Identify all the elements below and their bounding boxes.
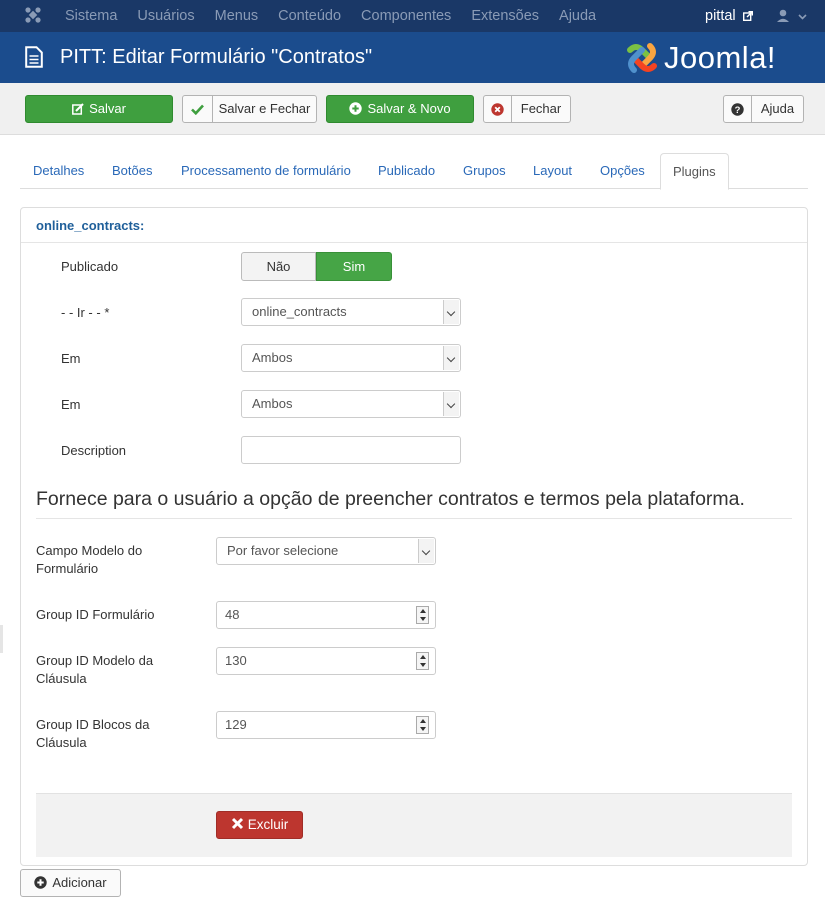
tab-detalhes[interactable]: Detalhes xyxy=(33,153,84,189)
save-button[interactable]: Salvar xyxy=(25,95,173,123)
question-circle-icon: ? xyxy=(731,102,744,116)
help-button[interactable]: ? Ajuda xyxy=(723,95,804,123)
left-edge-marker xyxy=(0,625,3,653)
tab-grupos[interactable]: Grupos xyxy=(463,153,506,189)
chevron-down-icon xyxy=(443,346,459,370)
menu-conteudo[interactable]: Conteúdo xyxy=(278,0,341,32)
em-select-1[interactable]: Ambos xyxy=(241,344,461,372)
tab-plugins[interactable]: Plugins xyxy=(660,153,729,190)
toolbar: Salvar Salvar e Fechar Salvar & Novo Fec… xyxy=(0,83,825,135)
menu-ajuda[interactable]: Ajuda xyxy=(559,0,596,32)
go-label: - - Ir - - * xyxy=(61,305,110,320)
tab-publicado[interactable]: Publicado xyxy=(378,153,435,189)
add-plugin-label: Adicionar xyxy=(52,875,107,890)
spinner-arrows-icon[interactable] xyxy=(416,606,429,624)
save-close-button[interactable]: Salvar e Fechar xyxy=(182,95,317,123)
description-input[interactable] xyxy=(241,436,461,464)
help-icon-box: ? xyxy=(724,96,752,122)
tab-botoes[interactable]: Botões xyxy=(112,153,152,189)
em-select-2[interactable]: Ambos xyxy=(241,390,461,418)
joomla-wordmark: Joomla! xyxy=(664,40,777,75)
admin-menu: Sistema Usuários Menus Conteúdo Componen… xyxy=(65,0,616,32)
svg-text:?: ? xyxy=(735,105,741,116)
plugin-actions: Excluir xyxy=(36,793,792,857)
plugin-panel-title: online_contracts: xyxy=(21,208,807,243)
save-close-label: Salvar e Fechar xyxy=(218,101,311,116)
save-new-label: Salvar & Novo xyxy=(367,101,451,116)
plus-circle-icon xyxy=(34,876,48,889)
published-no-button[interactable]: Não xyxy=(241,252,316,281)
admin-menubar: Sistema Usuários Menus Conteúdo Componen… xyxy=(0,0,825,32)
description-label: Description xyxy=(61,443,127,458)
plus-circle-icon xyxy=(349,102,363,115)
close-button[interactable]: Fechar xyxy=(483,95,571,123)
page-header: PITT: Editar Formulário "Contratos" Joom… xyxy=(0,32,825,83)
group-form-label: Group ID Formulário xyxy=(36,607,155,622)
campo-modelo-value: Por favor selecione xyxy=(227,543,339,558)
external-link-icon xyxy=(742,11,753,21)
help-label: Ajuda xyxy=(760,101,795,116)
menu-componentes[interactable]: Componentes xyxy=(361,0,451,32)
em-label-1: Em xyxy=(61,351,81,366)
plugin-panel: online_contracts: Publicado Não Sim - - … xyxy=(20,207,808,866)
joomla-logo: Joomla! xyxy=(622,37,807,79)
check-icon xyxy=(191,104,204,115)
plugin-description: Fornece para o usuário a opção de preenc… xyxy=(36,488,745,510)
group-form-input[interactable]: 48 xyxy=(216,601,436,629)
group-clause-blocks-value: 129 xyxy=(225,717,247,732)
menu-menus[interactable]: Menus xyxy=(215,0,259,32)
site-name: pittal xyxy=(705,8,736,24)
chevron-down-icon xyxy=(443,300,459,324)
menu-extensoes[interactable]: Extensões xyxy=(471,0,539,32)
published-toggle: Não Sim xyxy=(241,252,392,281)
group-clause-model-value: 130 xyxy=(225,653,247,668)
form-tabs: Detalhes Botões Processamento de formulá… xyxy=(20,153,808,190)
group-clause-blocks-input[interactable]: 129 xyxy=(216,711,436,739)
em-label-2: Em xyxy=(61,397,81,412)
tab-layout[interactable]: Layout xyxy=(533,153,572,189)
published-yes-button[interactable]: Sim xyxy=(316,252,392,281)
delete-button[interactable]: Excluir xyxy=(216,811,303,839)
close-icon-box xyxy=(484,96,512,122)
chevron-down-icon xyxy=(443,392,459,416)
group-clause-model-label: Group ID Modelo da Cláusula xyxy=(36,653,154,686)
save-close-icon-box xyxy=(183,96,213,122)
close-icon xyxy=(231,817,243,830)
site-link[interactable]: pittal xyxy=(705,0,753,32)
published-label: Publicado xyxy=(61,259,119,274)
close-label: Fechar xyxy=(520,101,562,116)
chevron-down-icon xyxy=(418,539,434,563)
joomla-logo-icon xyxy=(627,43,657,73)
go-select[interactable]: online_contracts xyxy=(241,298,461,326)
page-title: PITT: Editar Formulário "Contratos" xyxy=(60,46,373,68)
group-form-value: 48 xyxy=(225,607,240,622)
add-plugin-button[interactable]: Adicionar xyxy=(20,869,121,897)
user-menu-icon[interactable] xyxy=(776,9,810,23)
em-select-2-value: Ambos xyxy=(252,396,293,411)
divider xyxy=(36,518,792,519)
group-clause-blocks-label: Group ID Blocos da Cláusula xyxy=(36,717,150,750)
menu-usuarios[interactable]: Usuários xyxy=(137,0,194,32)
group-clause-model-input[interactable]: 130 xyxy=(216,647,436,675)
tab-opcoes[interactable]: Opções xyxy=(600,153,645,189)
go-select-value: online_contracts xyxy=(252,304,347,319)
document-icon xyxy=(25,46,43,68)
tab-processamento[interactable]: Processamento de formulário xyxy=(181,153,351,189)
campo-modelo-select[interactable]: Por favor selecione xyxy=(216,537,436,565)
spinner-arrows-icon[interactable] xyxy=(416,652,429,670)
delete-label: Excluir xyxy=(247,817,289,832)
spinner-arrows-icon[interactable] xyxy=(416,716,429,734)
joomla-icon[interactable] xyxy=(24,6,42,24)
close-circle-icon xyxy=(491,102,504,116)
edit-icon xyxy=(72,103,84,115)
em-select-1-value: Ambos xyxy=(252,350,293,365)
save-new-button[interactable]: Salvar & Novo xyxy=(326,95,474,123)
campo-modelo-label: Campo Modelo do Formulário xyxy=(36,543,143,576)
menu-sistema[interactable]: Sistema xyxy=(65,0,117,32)
save-label: Salvar xyxy=(89,101,126,116)
